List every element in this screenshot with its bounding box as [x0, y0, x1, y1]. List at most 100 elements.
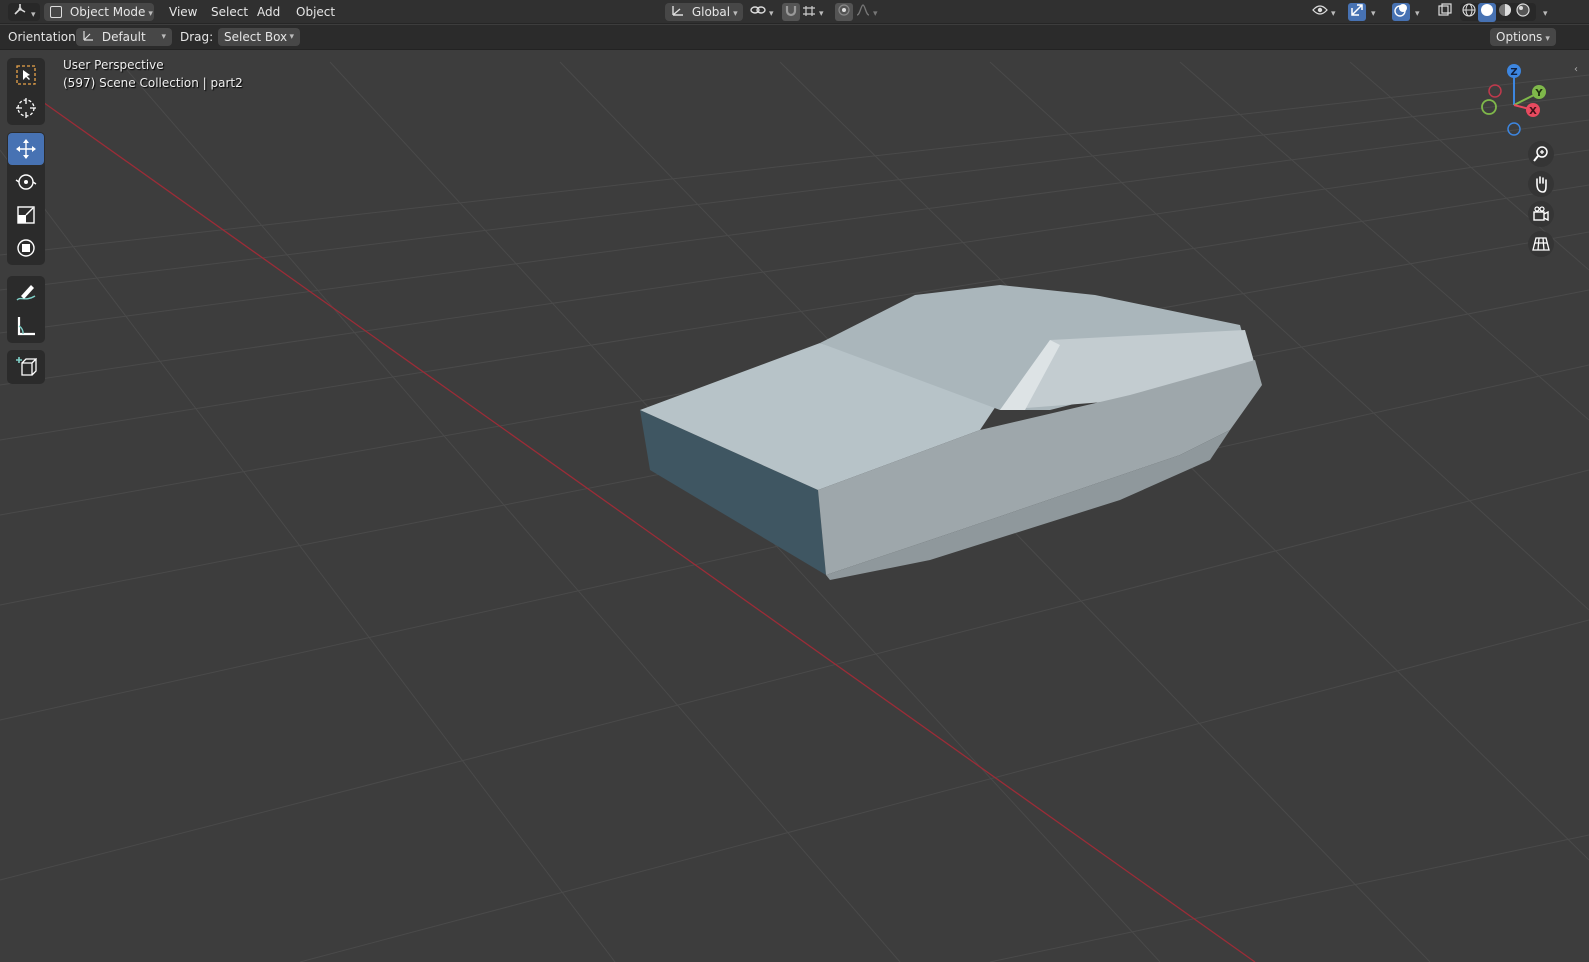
scale-icon [17, 206, 35, 224]
zoom-magnifier-icon [1533, 146, 1548, 162]
x-axis-line [39, 99, 1256, 962]
gizmo-dropdown[interactable]: ▾ [1368, 3, 1382, 21]
drag-label: Drag: [180, 30, 214, 44]
z-axis-label: Z [1510, 67, 1517, 78]
x-axis-label: X [1529, 106, 1537, 117]
pencil-icon [16, 285, 36, 301]
mode-label: Object Mode [69, 5, 146, 19]
camera-view-button[interactable] [1528, 201, 1554, 227]
toolbar-transform-group [7, 132, 45, 265]
snap-toggle[interactable] [782, 3, 800, 21]
chevron-down-icon: ▾ [161, 32, 166, 42]
shading-mode-group [1460, 3, 1536, 22]
chevron-down-icon: ▾ [289, 32, 294, 42]
drag-value: Select Box [224, 30, 288, 44]
select-box-tool[interactable] [8, 59, 44, 91]
annotate-tool[interactable] [8, 277, 44, 309]
chevron-down-icon: ▾ [1371, 9, 1376, 19]
xray-toggle[interactable] [1436, 3, 1454, 21]
gizmo-arrow-icon [1348, 3, 1366, 22]
select-box-icon [16, 65, 36, 85]
move-tool[interactable] [8, 133, 44, 165]
proportional-dot-icon [835, 3, 853, 21]
chevron-down-icon: ▾ [1331, 9, 1336, 19]
negative-z-handle[interactable] [1507, 122, 1521, 136]
rendered-shading-icon[interactable] [1514, 3, 1532, 22]
orientation-label: Orientation: [8, 30, 80, 44]
add-cube-tool[interactable] [8, 351, 44, 383]
shading-dropdown[interactable]: ▾ [1540, 3, 1554, 21]
visibility-dropdown[interactable]: ▾ [1312, 3, 1342, 21]
options-label: Options [1496, 30, 1543, 44]
y-axis-label: Y [1534, 88, 1543, 99]
orientation-axes-icon [671, 3, 685, 21]
transform-orientation-label: Global [691, 5, 731, 19]
snap-target-dropdown[interactable]: ▾ [802, 3, 828, 21]
orientation-axes-icon [82, 28, 94, 46]
negative-x-handle[interactable] [1488, 84, 1502, 98]
zoom-button[interactable] [1528, 141, 1554, 167]
grid-perspective-icon [1532, 237, 1550, 251]
measure-tool[interactable] [8, 310, 44, 342]
chevron-down-icon: ▾ [1543, 9, 1548, 19]
material-shading-icon[interactable] [1496, 3, 1514, 22]
pivot-point-dropdown[interactable]: ▾ [750, 3, 776, 21]
scale-tool[interactable] [8, 199, 44, 231]
mode-dropdown[interactable]: Object Mode ▾ [44, 3, 154, 21]
viewport-header: ▾ Object Mode ▾ View Select Add Object Gl… [0, 0, 1589, 24]
menu-add[interactable]: Add [251, 3, 286, 21]
add-cube-icon [16, 357, 37, 376]
chevron-down-icon: ▾ [873, 9, 878, 19]
car-mesh[interactable] [640, 285, 1262, 580]
overlays-toggle[interactable] [1392, 3, 1410, 21]
cursor-icon [16, 98, 36, 118]
toolbar-add-group [7, 350, 45, 384]
pan-button[interactable] [1528, 171, 1554, 197]
transform-icon [17, 239, 35, 257]
cursor-tool[interactable] [8, 92, 44, 124]
view-name: User Perspective [63, 58, 164, 72]
proportional-editing-toggle[interactable] [835, 3, 853, 21]
falloff-dropdown[interactable]: ▾ [856, 3, 882, 21]
magnet-icon [782, 3, 800, 22]
falloff-curve-icon [856, 3, 870, 21]
overlay-circles-icon [1392, 3, 1410, 22]
overlays-dropdown[interactable]: ▾ [1412, 3, 1426, 21]
transform-orientation-dropdown[interactable]: Global ▾ [665, 3, 743, 21]
orientation-dropdown[interactable]: Default ▾ [76, 28, 172, 46]
chevron-down-icon: ▾ [1545, 34, 1550, 44]
rotate-tool[interactable] [8, 166, 44, 198]
menu-select[interactable]: Select [205, 3, 254, 21]
eye-icon [1312, 3, 1328, 21]
tool-settings-header: Orientation: Default ▾ Drag: Select Box ▾ … [0, 25, 1589, 50]
object-mode-icon [50, 6, 62, 18]
chevron-down-icon: ▾ [31, 10, 36, 20]
3d-viewport[interactable] [0, 50, 1589, 962]
chevron-down-icon: ▾ [148, 9, 153, 19]
transform-tool[interactable] [8, 232, 44, 264]
drag-dropdown[interactable]: Select Box ▾ [218, 28, 300, 46]
chevron-down-icon: ▾ [769, 9, 774, 19]
snap-increment-icon [802, 3, 816, 21]
toolbar-select-group [7, 58, 45, 125]
solid-shading-icon[interactable] [1478, 3, 1496, 22]
wireframe-shading-icon[interactable] [1460, 3, 1478, 22]
chevron-down-icon: ▾ [1415, 9, 1420, 19]
chevron-down-icon: ▾ [819, 9, 824, 19]
options-dropdown[interactable]: Options ▾ [1490, 28, 1556, 46]
3d-viewport-icon [12, 3, 28, 22]
sidebar-collapse-arrow-icon[interactable]: ‹ [1574, 64, 1578, 75]
pivot-link-icon [750, 3, 766, 21]
camera-icon [1533, 206, 1549, 222]
menu-view[interactable]: View [163, 3, 203, 21]
xray-icon [1436, 3, 1454, 22]
rotate-icon [15, 174, 37, 190]
toolbar-annotate-group [7, 276, 45, 343]
gizmo-toggle[interactable] [1348, 3, 1366, 21]
menu-object[interactable]: Object [290, 3, 341, 21]
navigation-gizmo[interactable]: Z Y X [1478, 60, 1558, 140]
negative-y-handle[interactable] [1481, 99, 1497, 115]
perspective-toggle-button[interactable] [1528, 231, 1554, 257]
editor-type-dropdown[interactable]: ▾ [8, 3, 40, 21]
collection-info: (597) Scene Collection | part2 [63, 76, 243, 90]
